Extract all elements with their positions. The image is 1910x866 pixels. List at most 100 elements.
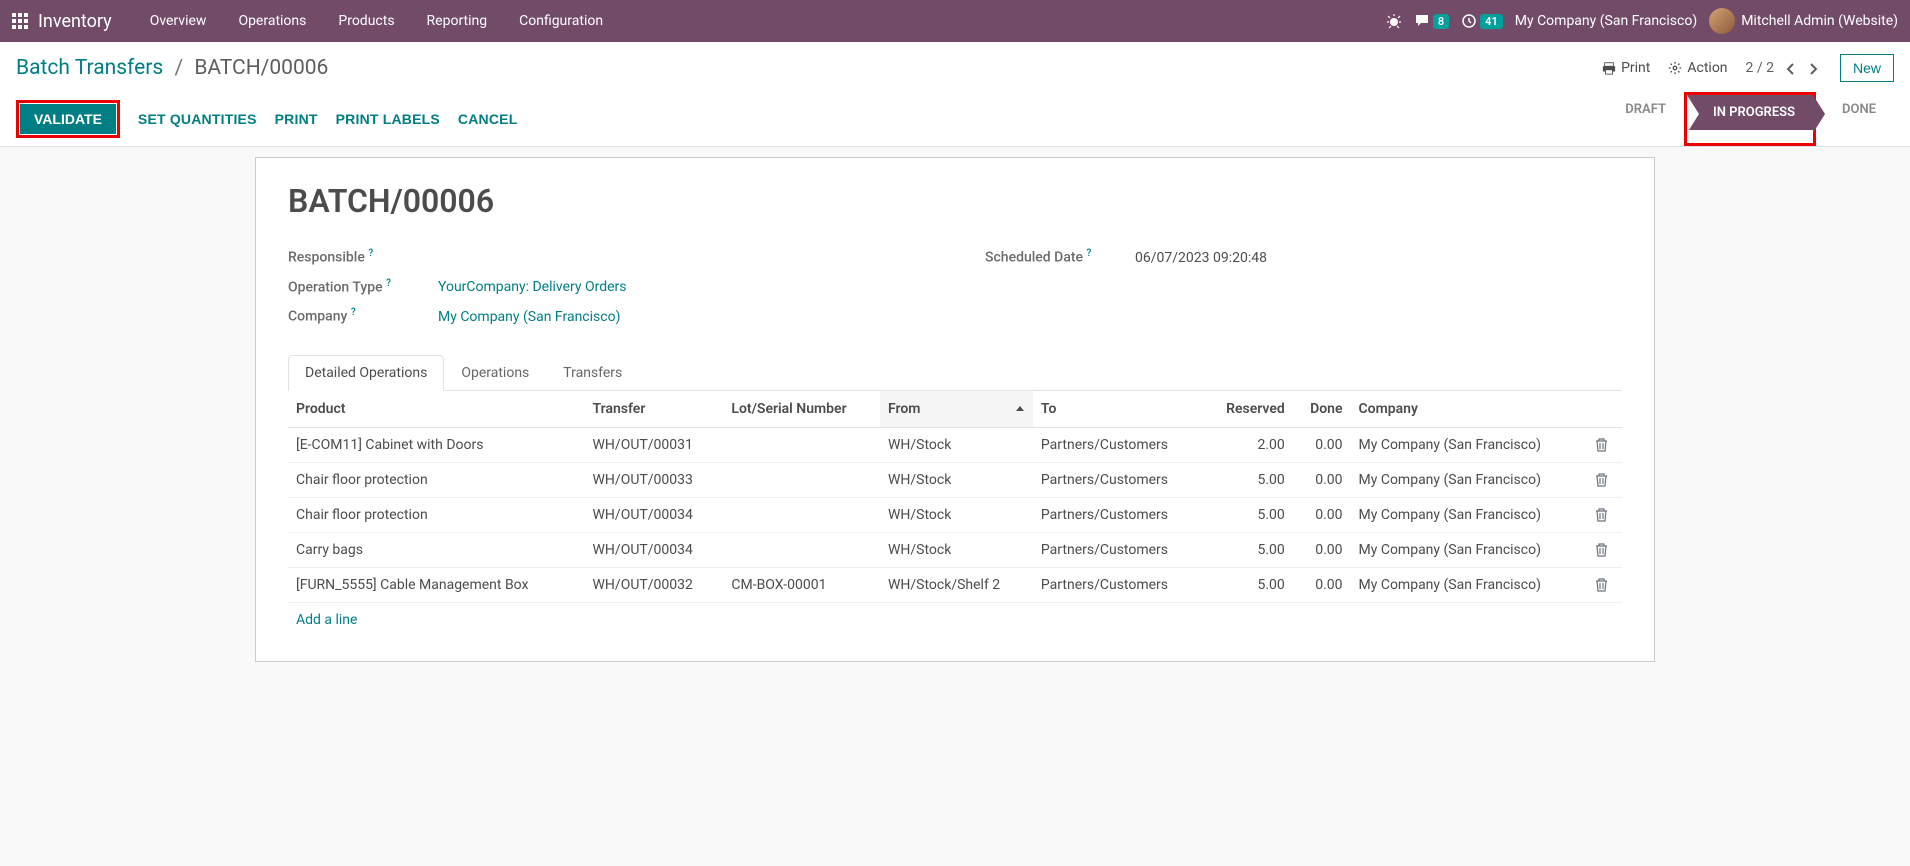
trash-icon[interactable]	[1595, 507, 1608, 523]
cell-transfer[interactable]: WH/OUT/00034	[585, 532, 724, 567]
pager-prev[interactable]	[1782, 59, 1804, 78]
trash-icon[interactable]	[1595, 542, 1608, 558]
cell-reserved[interactable]: 2.00	[1204, 427, 1293, 462]
field-scheduled-date[interactable]: 06/07/2023 09:20:48	[1135, 250, 1267, 266]
menu-operations[interactable]: Operations	[222, 3, 322, 39]
cell-from[interactable]: WH/Stock	[880, 532, 1033, 567]
cell-product[interactable]: Carry bags	[288, 532, 585, 567]
cell-product[interactable]: [FURN_5555] Cable Management Box	[288, 567, 585, 602]
cell-delete[interactable]	[1587, 427, 1622, 462]
cell-transfer[interactable]: WH/OUT/00031	[585, 427, 724, 462]
cell-reserved[interactable]: 5.00	[1204, 497, 1293, 532]
breadcrumb-parent[interactable]: Batch Transfers	[16, 56, 163, 80]
field-company[interactable]: My Company (San Francisco)	[438, 309, 620, 325]
menu-configuration[interactable]: Configuration	[503, 3, 619, 39]
cell-transfer[interactable]: WH/OUT/00032	[585, 567, 724, 602]
cell-delete[interactable]	[1587, 567, 1622, 602]
tab-operations[interactable]: Operations	[444, 355, 546, 391]
th-from[interactable]: From	[880, 391, 1033, 428]
cell-delete[interactable]	[1587, 532, 1622, 567]
table-row[interactable]: Chair floor protectionWH/OUT/00034 WH/Sto…	[288, 497, 1622, 532]
th-lot[interactable]: Lot/Serial Number	[723, 391, 880, 428]
pager-next[interactable]	[1804, 59, 1822, 78]
cell-reserved[interactable]: 5.00	[1204, 567, 1293, 602]
help-icon[interactable]: ?	[386, 278, 391, 289]
activities-icon[interactable]: 41	[1461, 13, 1503, 29]
th-company[interactable]: Company	[1351, 391, 1588, 428]
debug-icon[interactable]	[1386, 13, 1402, 29]
tab-transfers[interactable]: Transfers	[546, 355, 639, 391]
cell-product[interactable]: [E-COM11] Cabinet with Doors	[288, 427, 585, 462]
print-button[interactable]: PRINT	[275, 111, 318, 127]
status-draft[interactable]: DRAFT	[1609, 92, 1684, 146]
cell-done[interactable]: 0.00	[1293, 532, 1351, 567]
status-in-progress[interactable]: IN PROGRESS	[1687, 95, 1813, 130]
table-row[interactable]: Carry bagsWH/OUT/00034 WH/StockPartners/C…	[288, 532, 1622, 567]
cell-lot[interactable]	[723, 497, 880, 532]
cell-to[interactable]: Partners/Customers	[1033, 462, 1204, 497]
cell-delete[interactable]	[1587, 462, 1622, 497]
cell-company[interactable]: My Company (San Francisco)	[1351, 462, 1588, 497]
th-transfer[interactable]: Transfer	[585, 391, 724, 428]
company-switcher[interactable]: My Company (San Francisco)	[1515, 13, 1697, 29]
help-icon[interactable]: ?	[351, 307, 356, 318]
table-row[interactable]: Chair floor protectionWH/OUT/00033 WH/Sto…	[288, 462, 1622, 497]
messages-icon[interactable]: 8	[1414, 13, 1449, 29]
app-brand[interactable]: Inventory	[38, 11, 112, 32]
cell-to[interactable]: Partners/Customers	[1033, 567, 1204, 602]
field-operation-type[interactable]: YourCompany: Delivery Orders	[438, 279, 627, 295]
trash-icon[interactable]	[1595, 437, 1608, 453]
cell-lot[interactable]	[723, 462, 880, 497]
cell-company[interactable]: My Company (San Francisco)	[1351, 497, 1588, 532]
th-reserved[interactable]: Reserved	[1204, 391, 1293, 428]
set-quantities-button[interactable]: SET QUANTITIES	[138, 111, 257, 127]
cell-product[interactable]: Chair floor protection	[288, 462, 585, 497]
cell-from[interactable]: WH/Stock/Shelf 2	[880, 567, 1033, 602]
cell-done[interactable]: 0.00	[1293, 462, 1351, 497]
print-menu[interactable]: Print	[1602, 60, 1650, 76]
cancel-button[interactable]: CANCEL	[458, 111, 518, 127]
cell-transfer[interactable]: WH/OUT/00034	[585, 497, 724, 532]
pager-value[interactable]: 2 / 2	[1746, 60, 1774, 76]
cell-done[interactable]: 0.00	[1293, 427, 1351, 462]
cell-to[interactable]: Partners/Customers	[1033, 497, 1204, 532]
cell-lot[interactable]	[723, 427, 880, 462]
cell-from[interactable]: WH/Stock	[880, 462, 1033, 497]
th-product[interactable]: Product	[288, 391, 585, 428]
tab-detailed-operations[interactable]: Detailed Operations	[288, 355, 444, 391]
cell-from[interactable]: WH/Stock	[880, 497, 1033, 532]
cell-to[interactable]: Partners/Customers	[1033, 427, 1204, 462]
cell-company[interactable]: My Company (San Francisco)	[1351, 567, 1588, 602]
help-icon[interactable]: ?	[368, 248, 373, 259]
cell-lot[interactable]	[723, 532, 880, 567]
cell-company[interactable]: My Company (San Francisco)	[1351, 427, 1588, 462]
menu-reporting[interactable]: Reporting	[411, 3, 504, 39]
help-icon[interactable]: ?	[1087, 248, 1092, 259]
cell-transfer[interactable]: WH/OUT/00033	[585, 462, 724, 497]
validate-button[interactable]: VALIDATE	[20, 104, 116, 134]
print-labels-button[interactable]: PRINT LABELS	[336, 111, 440, 127]
add-line[interactable]: Add a line	[288, 603, 365, 637]
cell-to[interactable]: Partners/Customers	[1033, 532, 1204, 567]
table-row[interactable]: [E-COM11] Cabinet with DoorsWH/OUT/00031…	[288, 427, 1622, 462]
cell-reserved[interactable]: 5.00	[1204, 462, 1293, 497]
cell-done[interactable]: 0.00	[1293, 567, 1351, 602]
status-done[interactable]: DONE	[1816, 92, 1894, 146]
menu-overview[interactable]: Overview	[134, 3, 223, 39]
cell-done[interactable]: 0.00	[1293, 497, 1351, 532]
table-row[interactable]: [FURN_5555] Cable Management BoxWH/OUT/0…	[288, 567, 1622, 602]
menu-products[interactable]: Products	[322, 3, 410, 39]
cell-company[interactable]: My Company (San Francisco)	[1351, 532, 1588, 567]
user-menu[interactable]: Mitchell Admin (Website)	[1709, 8, 1898, 34]
trash-icon[interactable]	[1595, 472, 1608, 488]
cell-from[interactable]: WH/Stock	[880, 427, 1033, 462]
th-done[interactable]: Done	[1293, 391, 1351, 428]
apps-icon[interactable]	[12, 13, 28, 29]
cell-reserved[interactable]: 5.00	[1204, 532, 1293, 567]
trash-icon[interactable]	[1595, 577, 1608, 593]
cell-product[interactable]: Chair floor protection	[288, 497, 585, 532]
new-button[interactable]: New	[1840, 54, 1894, 82]
cell-lot[interactable]: CM-BOX-00001	[723, 567, 880, 602]
action-menu[interactable]: Action	[1668, 60, 1727, 76]
cell-delete[interactable]	[1587, 497, 1622, 532]
